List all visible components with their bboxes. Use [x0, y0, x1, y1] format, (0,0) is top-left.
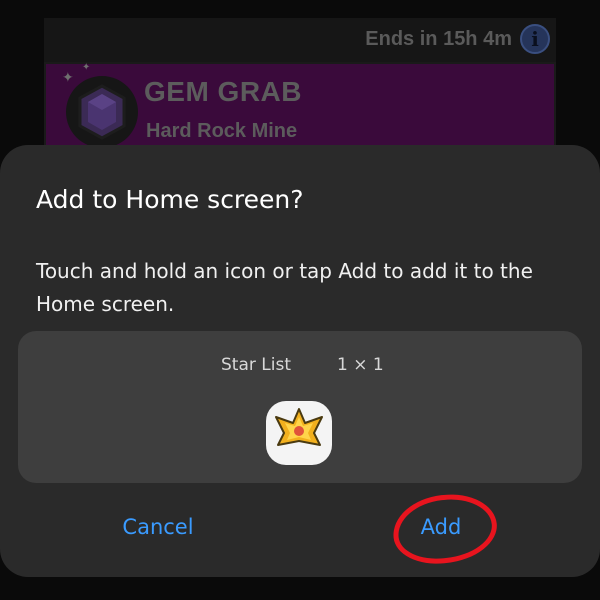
- event-topbar: Ends in 15h 4m i: [44, 18, 556, 62]
- widget-name: Star List: [221, 355, 291, 375]
- info-icon[interactable]: i: [520, 24, 550, 54]
- widget-preview[interactable]: Star List 1 × 1: [18, 331, 582, 483]
- sparkle-icon: ✦: [82, 62, 91, 73]
- dialog-title: Add to Home screen?: [36, 185, 304, 214]
- star-icon: [275, 408, 323, 446]
- map-name: Hard Rock Mine: [146, 120, 298, 142]
- cancel-button[interactable]: Cancel: [58, 497, 258, 557]
- sparkle-icon: ✦: [62, 70, 74, 86]
- dialog-message: Touch and hold an icon or tap Add to add…: [36, 259, 533, 316]
- info-icon-glyph: i: [531, 27, 539, 51]
- widget-size: 1 × 1: [337, 355, 384, 375]
- mode-title: GEM GRAB: [144, 76, 302, 107]
- event-timer: Ends in 15h 4m: [365, 28, 512, 50]
- star-list-app-icon[interactable]: [266, 401, 332, 465]
- add-to-home-dialog: Add to Home screen? Touch and hold an ic…: [0, 145, 600, 577]
- gem-icon: [66, 76, 138, 148]
